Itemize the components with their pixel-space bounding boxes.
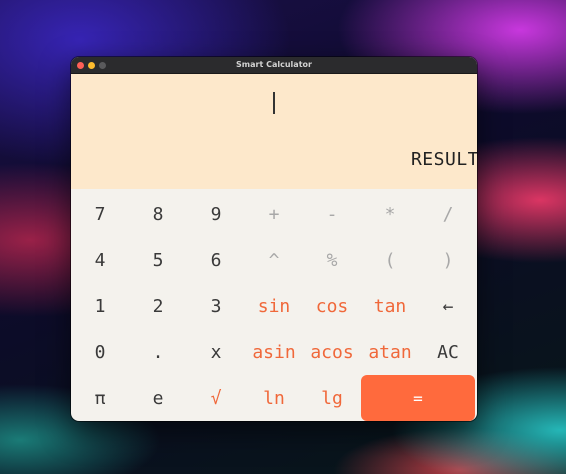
key-5[interactable]: 5	[129, 237, 187, 283]
key-decimal[interactable]: .	[129, 329, 187, 375]
key-e[interactable]: e	[129, 375, 187, 421]
key-3[interactable]: 3	[187, 283, 245, 329]
key-x[interactable]: x	[187, 329, 245, 375]
key-2[interactable]: 2	[129, 283, 187, 329]
key-cos[interactable]: cos	[303, 283, 361, 329]
key-left-paren[interactable]: (	[361, 237, 419, 283]
key-minus[interactable]: -	[303, 191, 361, 237]
key-lg[interactable]: lg	[303, 375, 361, 421]
key-pi[interactable]: π	[71, 375, 129, 421]
key-4[interactable]: 4	[71, 237, 129, 283]
text-caret	[273, 92, 275, 114]
clear-button[interactable]: AC	[419, 329, 477, 375]
key-percent[interactable]: %	[303, 237, 361, 283]
key-divide[interactable]: /	[419, 191, 477, 237]
key-6[interactable]: 6	[187, 237, 245, 283]
key-ln[interactable]: ln	[245, 375, 303, 421]
key-sin[interactable]: sin	[245, 283, 303, 329]
window-title: Smart Calculator	[236, 60, 312, 69]
key-8[interactable]: 8	[129, 191, 187, 237]
key-tan[interactable]: tan	[361, 283, 419, 329]
key-power[interactable]: ^	[245, 237, 303, 283]
key-1[interactable]: 1	[71, 283, 129, 329]
calculator-window: Smart Calculator RESULT 7 8 9 + - * / 4 …	[71, 57, 477, 421]
key-7[interactable]: 7	[71, 191, 129, 237]
keypad: 7 8 9 + - * / 4 5 6 ^ % ( ) 1 2 3 sin co…	[71, 190, 477, 421]
key-sqrt[interactable]: √	[187, 375, 245, 421]
key-atan[interactable]: atan	[361, 329, 419, 375]
key-acos[interactable]: acos	[303, 329, 361, 375]
backspace-button[interactable]: ←	[419, 283, 477, 329]
display-panel: RESULT	[71, 74, 477, 189]
key-0[interactable]: 0	[71, 329, 129, 375]
key-9[interactable]: 9	[187, 191, 245, 237]
result-label: RESULT	[410, 149, 477, 170]
key-plus[interactable]: +	[245, 191, 303, 237]
key-multiply[interactable]: *	[361, 191, 419, 237]
key-asin[interactable]: asin	[245, 329, 303, 375]
equals-button[interactable]: =	[361, 375, 475, 421]
key-right-paren[interactable]: )	[419, 237, 477, 283]
title-bar[interactable]: Smart Calculator	[71, 57, 477, 74]
